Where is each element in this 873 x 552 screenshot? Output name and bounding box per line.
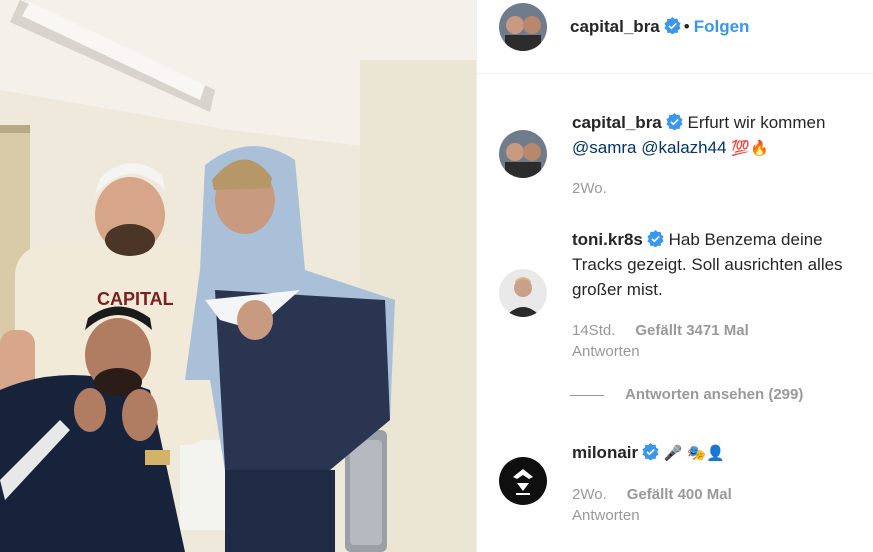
mention-kalazh44[interactable]: @kalazh44 (641, 138, 726, 157)
author-avatar[interactable] (499, 3, 547, 51)
comment-text: toni.kr8s Hab Benzema deine Tracks gezei… (572, 227, 872, 302)
comment-emoji: 🎤 🎭👤 (663, 444, 725, 462)
commenter-username[interactable]: toni.kr8s (572, 230, 643, 249)
comment-meta: 2Wo. Gefällt 400 Mal (572, 484, 732, 505)
comment-time[interactable]: 2Wo. (572, 486, 607, 503)
separator-dot: • (683, 17, 690, 36)
reply-button[interactable]: Antworten (572, 341, 640, 362)
commenter-username[interactable]: milonair (572, 443, 638, 462)
post-photo[interactable]: CAPITAL (0, 0, 476, 552)
caption-author-avatar[interactable] (499, 130, 547, 178)
caption-text: capital_bra Erfurt wir kommen @samra @ka… (572, 110, 872, 161)
post-details-panel: capital_bra • Folgen capital_bra Erfurt wi… (476, 0, 873, 552)
post-header: capital_bra • Folgen (477, 0, 873, 74)
verified-badge-icon (647, 230, 664, 247)
comment-time[interactable]: 14Std. (572, 322, 615, 339)
comment-likes[interactable]: Gefällt 3471 Mal (635, 322, 748, 339)
comment-likes[interactable]: Gefällt 400 Mal (627, 486, 732, 503)
shirt-text: CAPITAL (97, 289, 174, 309)
caption-username[interactable]: capital_bra (572, 113, 662, 132)
author-username[interactable]: capital_bra (570, 17, 660, 36)
header-title: capital_bra • Folgen (570, 17, 749, 37)
verified-badge-icon (642, 443, 659, 460)
caption-body: Erfurt wir kommen (687, 113, 826, 132)
comment-meta: 14Std. Gefällt 3471 Mal (572, 320, 749, 341)
caption-time[interactable]: 2Wo. (572, 178, 607, 199)
view-replies-button[interactable]: Antworten ansehen (299) (570, 383, 870, 409)
replies-divider (570, 395, 604, 396)
caption-emoji: 💯🔥 (731, 139, 769, 157)
verified-badge-icon (666, 113, 683, 130)
mention-samra[interactable]: @samra (572, 138, 637, 157)
commenter-avatar[interactable] (499, 269, 547, 317)
comment-text: milonair 🎤 🎭👤 (572, 440, 872, 466)
commenter-avatar[interactable] (499, 457, 547, 505)
view-replies-label: Antworten ansehen (299) (625, 386, 804, 403)
reply-button[interactable]: Antworten (572, 505, 640, 526)
follow-button[interactable]: Folgen (694, 17, 750, 36)
verified-badge-icon (664, 17, 681, 34)
